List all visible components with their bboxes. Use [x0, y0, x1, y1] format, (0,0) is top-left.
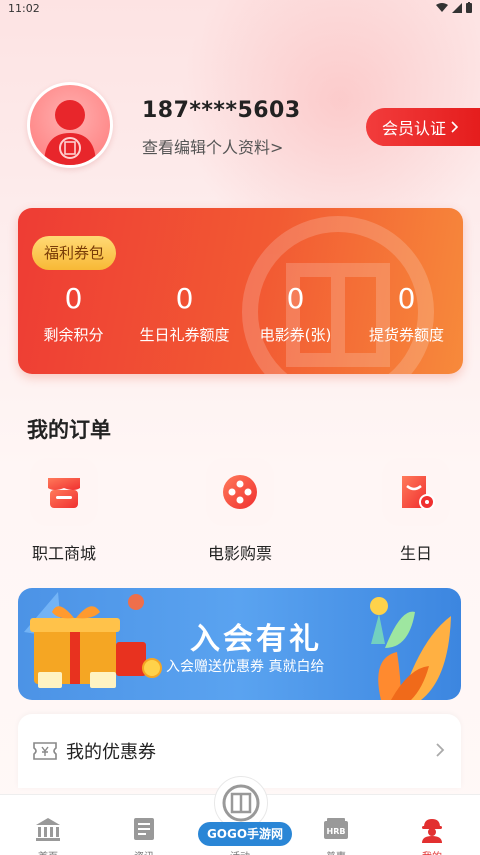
orders-title: 我的订单: [27, 418, 111, 442]
stat-label: 剩余积分: [43, 326, 104, 344]
status-icons: [436, 2, 472, 13]
tab-label: 我的: [384, 848, 480, 855]
profile-header: 187****5603 查看编辑个人资料> 会员认证: [0, 80, 480, 180]
status-time: 11:02: [8, 2, 40, 15]
avatar[interactable]: [27, 82, 113, 168]
join-promo-banner[interactable]: 入会有礼 入会赠送优惠券 真就白给: [18, 588, 461, 700]
tab-label: 资讯: [96, 848, 192, 855]
user-silhouette-icon: [44, 100, 96, 165]
chevron-right-icon: [436, 743, 445, 757]
ticket-icon: [33, 742, 57, 760]
coupon-pack-badge: 福利券包: [32, 236, 117, 270]
my-coupons-label: 我的优惠券: [66, 742, 156, 763]
stat-label: 电影券(张): [259, 326, 332, 344]
user-phone: 187****5603: [142, 98, 301, 123]
tab-label: 活动: [192, 848, 288, 855]
stat-value: 0: [175, 282, 194, 315]
building-icon: [36, 818, 60, 841]
status-bar: 11:02: [0, 0, 480, 18]
tab-news[interactable]: 资讯: [96, 795, 192, 855]
member-verify-button[interactable]: 会员认证: [366, 108, 480, 146]
stat-pickup-coupon[interactable]: 0 提货券额度: [351, 282, 462, 345]
order-label: 职工商城: [31, 544, 96, 563]
edit-profile-link[interactable]: 查看编辑个人资料>: [142, 134, 283, 158]
member-verify-label: 会员认证: [382, 119, 447, 138]
stat-movie-ticket[interactable]: 0 电影券(张): [240, 282, 351, 345]
battery-icon: [466, 2, 472, 13]
stat-label: 生日礼券额度: [139, 326, 230, 344]
order-label: 生日: [399, 544, 432, 563]
union-logo-icon: [222, 784, 260, 822]
film-reel-icon: [206, 458, 274, 526]
stat-label: 提货券额度: [368, 326, 444, 344]
benefits-card[interactable]: 福利券包 0 剩余积分 0 生日礼券额度 0 电影券(张) 0 提货券额度: [18, 208, 463, 374]
site-watermark: GOGO手游网: [198, 822, 292, 846]
stat-value: 0: [286, 282, 305, 315]
tab-label: 首页: [0, 848, 96, 855]
tab-mine[interactable]: 我的: [384, 795, 480, 855]
news-icon: [134, 818, 154, 840]
banner-title: 入会有礼: [190, 622, 322, 657]
gift-boxes-icon: [24, 592, 162, 688]
tab-label: 普惠: [288, 848, 384, 855]
stats-row: 0 剩余积分 0 生日礼券额度 0 电影券(张) 0 提货券额度: [18, 282, 463, 345]
birthday-icon: [382, 458, 450, 526]
order-item-mall[interactable]: 职工商城: [4, 458, 124, 564]
stat-birthday-coupon[interactable]: 0 生日礼券额度: [129, 282, 240, 345]
svg-text:HRB: HRB: [327, 827, 346, 836]
tab-benefits[interactable]: HRB 普惠: [288, 795, 384, 855]
tab-home[interactable]: 首页: [0, 795, 96, 855]
stat-value: 0: [64, 282, 83, 315]
chevron-right-icon: [451, 121, 459, 133]
stat-points[interactable]: 0 剩余积分: [18, 282, 129, 345]
signal-icon: [452, 2, 462, 13]
plant-leaves-icon: [370, 597, 451, 700]
worker-icon: [422, 819, 442, 843]
wifi-icon: [436, 2, 448, 12]
banner-subtitle: 入会赠送优惠券 真就白给: [166, 659, 325, 675]
order-label: 电影购票: [207, 544, 272, 563]
hrb-icon: HRB: [324, 818, 348, 839]
shop-icon: [30, 458, 98, 526]
stat-value: 0: [397, 282, 416, 315]
order-item-birthday[interactable]: 生日: [356, 458, 476, 564]
order-item-movie[interactable]: 电影购票: [180, 458, 300, 564]
